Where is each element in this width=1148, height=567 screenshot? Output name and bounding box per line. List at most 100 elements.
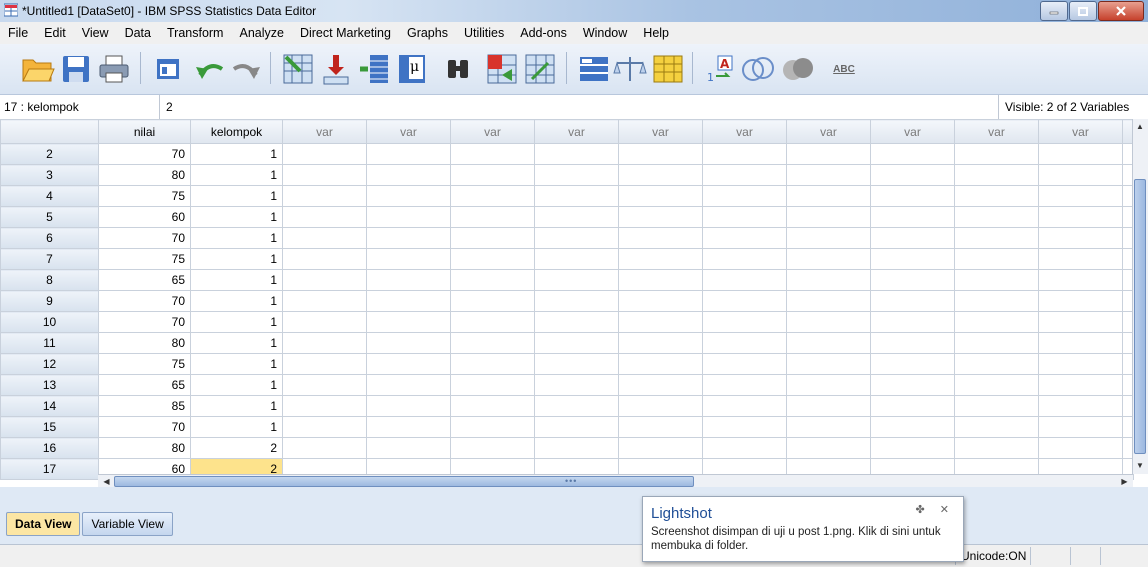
cell-empty[interactable] [366,185,451,207]
cell-empty[interactable] [1038,353,1123,375]
cell-empty[interactable] [618,374,703,396]
maximize-button[interactable] [1069,1,1097,21]
cell-empty[interactable] [366,332,451,354]
cell-empty[interactable] [366,395,451,417]
cell-empty[interactable] [450,374,535,396]
cell-empty[interactable] [1038,332,1123,354]
menu-data[interactable]: Data [117,26,159,40]
column-header-var[interactable]: var [954,119,1039,144]
split-file-button[interactable] [576,52,612,86]
cell-empty[interactable] [870,290,955,312]
cell-empty[interactable] [534,185,619,207]
find-button[interactable] [440,52,476,86]
menu-utilities[interactable]: Utilities [456,26,512,40]
cell-empty[interactable] [786,437,871,459]
cell-empty[interactable] [954,416,1039,438]
cell-empty[interactable] [954,311,1039,333]
cell-nilai[interactable]: 70 [98,311,191,333]
cell-kelompok[interactable]: 2 [190,437,283,459]
undo-button[interactable] [192,52,228,86]
column-header-var[interactable]: var [702,119,787,144]
cell-empty[interactable] [786,311,871,333]
cell-empty[interactable] [282,227,367,249]
cell-empty[interactable] [702,332,787,354]
cell-empty[interactable] [534,206,619,228]
cell-empty[interactable] [534,437,619,459]
cell-empty[interactable] [534,143,619,165]
cell-empty[interactable] [786,395,871,417]
row-header[interactable]: 5 [0,206,99,228]
splitter-handle-icon[interactable]: ••• [565,476,577,486]
cell-empty[interactable] [282,269,367,291]
cell-nilai[interactable]: 85 [98,395,191,417]
cell-empty[interactable] [786,416,871,438]
cell-nilai[interactable]: 80 [98,332,191,354]
cell-empty[interactable] [1038,395,1123,417]
cell-empty[interactable] [870,227,955,249]
cell-empty[interactable] [786,164,871,186]
column-header-var[interactable]: var [282,119,367,144]
cell-nilai[interactable]: 60 [98,206,191,228]
cell-kelompok[interactable]: 1 [190,374,283,396]
row-header[interactable]: 4 [0,185,99,207]
cell-empty[interactable] [702,269,787,291]
cell-kelompok[interactable]: 1 [190,143,283,165]
cell-empty[interactable] [618,290,703,312]
cell-empty[interactable] [618,227,703,249]
tab-data-view[interactable]: Data View [6,512,81,536]
cell-empty[interactable] [870,416,955,438]
cell-empty[interactable] [870,332,955,354]
cell-empty[interactable] [786,353,871,375]
cell-empty[interactable] [870,206,955,228]
cell-empty[interactable] [1038,206,1123,228]
menu-file[interactable]: File [0,26,36,40]
cell-empty[interactable] [450,353,535,375]
cell-empty[interactable] [1038,311,1123,333]
redo-button[interactable] [228,52,264,86]
row-header[interactable]: 7 [0,248,99,270]
cell-empty[interactable] [282,311,367,333]
cell-empty[interactable] [450,269,535,291]
cell-empty[interactable] [954,437,1039,459]
cell-empty[interactable] [954,395,1039,417]
cell-empty[interactable] [786,332,871,354]
cell-empty[interactable] [534,374,619,396]
cell-empty[interactable] [786,374,871,396]
row-header[interactable]: 8 [0,269,99,291]
cell-empty[interactable] [870,374,955,396]
cell-kelompok[interactable]: 1 [190,290,283,312]
cell-empty[interactable] [282,374,367,396]
variables-button[interactable] [356,52,392,86]
cell-empty[interactable] [534,269,619,291]
recall-dialog-button[interactable] [150,52,186,86]
cell-empty[interactable] [702,206,787,228]
column-header-var[interactable]: var [366,119,451,144]
cell-empty[interactable] [534,353,619,375]
cell-empty[interactable] [618,353,703,375]
cell-empty[interactable] [618,248,703,270]
column-header-var[interactable]: var [450,119,535,144]
scroll-down-icon[interactable]: ▼ [1134,460,1146,472]
cell-empty[interactable] [618,416,703,438]
cell-empty[interactable] [450,311,535,333]
cell-empty[interactable] [1038,416,1123,438]
save-button[interactable] [58,52,94,86]
cell-empty[interactable] [534,416,619,438]
cell-empty[interactable] [366,437,451,459]
cell-nilai[interactable]: 65 [98,269,191,291]
cell-nilai[interactable]: 70 [98,143,191,165]
column-header-var[interactable]: var [1038,119,1123,144]
cell-empty[interactable] [282,164,367,186]
cell-empty[interactable] [702,227,787,249]
row-header[interactable]: 11 [0,332,99,354]
cell-empty[interactable] [786,290,871,312]
cell-empty[interactable] [1038,227,1123,249]
corner-header[interactable] [0,119,99,144]
cell-empty[interactable] [618,143,703,165]
cell-empty[interactable] [702,395,787,417]
cell-empty[interactable] [702,311,787,333]
cell-empty[interactable] [870,311,955,333]
value-labels-button[interactable]: A1 [702,52,738,86]
cell-empty[interactable] [618,332,703,354]
cell-empty[interactable] [870,185,955,207]
